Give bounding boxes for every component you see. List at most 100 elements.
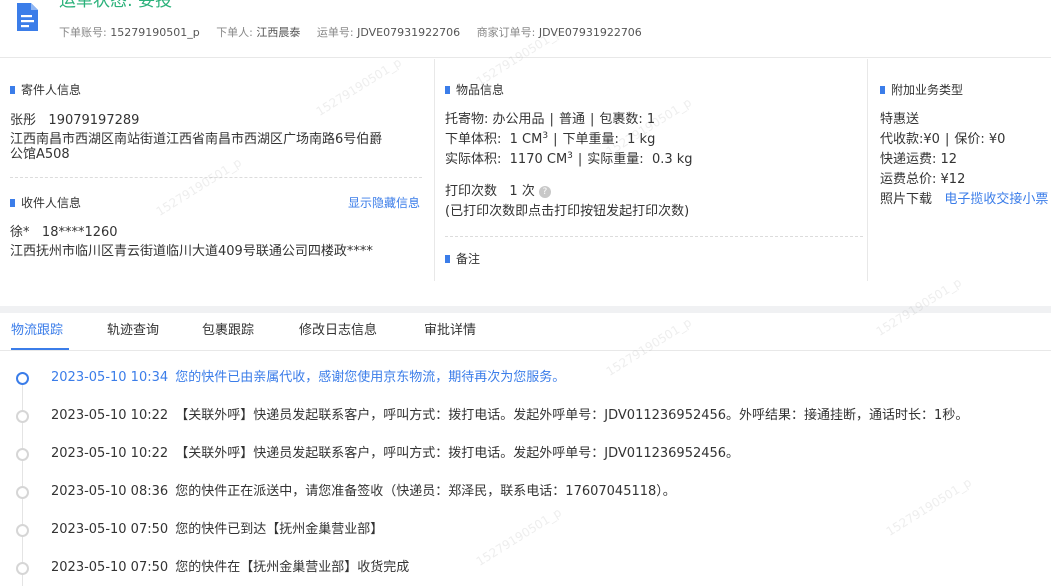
tab-package-tracking[interactable]: 包裹跟踪 (202, 323, 254, 339)
order-weight-value: 1 kg (627, 132, 656, 147)
remark-section-title: 备注 (445, 252, 480, 266)
active-tab-indicator (11, 348, 69, 350)
show-hidden-info-link[interactable]: 显示隐藏信息 (348, 195, 420, 211)
waybill-info: 寄件人信息 张彤 19079197289 江西南昌市西湖区南站街道江西省南昌市西… (0, 59, 1051, 306)
sender-contact: 张彤 19079197289 (10, 113, 139, 129)
tracking-timeline: 2023-05-10 10:34 您的快件已由亲属代收，感谢您使用京东物流，期待… (0, 351, 1051, 586)
print-count-value: 1 次 (509, 184, 535, 199)
extra-section-title: 附加业务类型 (880, 83, 963, 97)
print-count-row: 打印次数 1 次? (445, 184, 551, 200)
separator: | (577, 152, 583, 167)
goods-section-title: 物品信息 (445, 83, 504, 97)
sender-phone: 19079197289 (48, 113, 140, 128)
package-label: 包裹数: (599, 112, 643, 127)
account-label: 下单账号: (59, 26, 107, 39)
insured-value: ¥0 (988, 132, 1006, 147)
timeline-dot-active (16, 372, 29, 385)
timeline-item: 2023-05-10 10:34 您的快件已由亲属代收，感谢您使用京东物流，期待… (0, 368, 1051, 388)
special-delivery: 特惠送 (880, 112, 920, 127)
freight-label: 快递运费: (880, 152, 937, 167)
receiver-name: 徐* (10, 225, 30, 240)
total-freight-label: 运费总价: (880, 172, 937, 187)
actual-volume-label: 实际体积: (445, 152, 502, 167)
separator: | (549, 112, 554, 127)
order-volume-value: 1 CM (509, 132, 543, 147)
timeline-time: 2023-05-10 07:50 (51, 522, 169, 537)
timeline-item: 2023-05-10 08:36 您的快件正在派送中，请您准备签收（快递员：郑泽… (0, 482, 1051, 502)
timeline-time: 2023-05-10 07:50 (51, 560, 169, 575)
receiver-phone: 18****1260 (41, 225, 118, 240)
timeline-time: 2023-05-10 10:22 (51, 408, 169, 423)
timeline-item: 2023-05-10 07:50 您的快件在【抚州金巢营业部】收货完成 (0, 558, 1051, 578)
goods-column: 物品信息 托寄物: 办公用品 | 普通 | 包裹数: 1 下单体积: 1 CM3 | 下单重… (434, 59, 866, 281)
goods-row: 托寄物: 办公用品 | 普通 | 包裹数: 1 (445, 112, 655, 128)
sender-address-line1: 江西南昌市西湖区南站街道江西省南昌市西湖区广场南路6号伯爵 (10, 132, 383, 147)
actual-weight-label: 实际重量: (587, 152, 644, 167)
timeline-item: 2023-05-10 10:22 【关联外呼】快递员发起联系客户，呼叫方式：拨打… (0, 406, 1051, 426)
timeline-item: 2023-05-10 10:22 【关联外呼】快递员发起联系客户，呼叫方式：拨打… (0, 444, 1051, 464)
separator: | (553, 132, 558, 147)
total-freight-value: ¥12 (940, 172, 966, 187)
waybill-meta: 下单账号: 15279190501_p 下单人: 江西晨泰 运单号: JDVE0… (59, 24, 655, 40)
timeline-entry: 2023-05-10 10:22 【关联外呼】快递员发起联系客户，呼叫方式：拨打… (51, 446, 739, 462)
timeline-entry: 2023-05-10 07:50 您的快件已到达【抚州金巢营业部】 (51, 522, 383, 538)
cod-label: 代收款: (880, 132, 924, 147)
timeline-entry: 2023-05-10 10:34 您的快件已由亲属代收，感谢您使用京东物流，期待… (51, 370, 565, 386)
waybill-label: 运单号: (316, 26, 354, 39)
timeline-desc: 【关联外呼】快递员发起联系客户，呼叫方式：拨打电话。发起外呼单号：JDV0112… (175, 446, 740, 461)
receiver-address: 江西抚州市临川区青云街道临川大道409号联通公司四楼政**** (10, 244, 373, 259)
sender-receiver-column: 寄件人信息 张彤 19079197289 江西南昌市西湖区南站街道江西省南昌市西… (0, 59, 432, 281)
separator: | (589, 112, 595, 127)
extra-service-column: 附加业务类型 特惠送 代收款:¥0 | 保价: ¥0 快递运费: 12 运费总价: … (867, 59, 1051, 281)
waybill-header: 运单状态: 妥投 下单账号: 15279190501_p 下单人: 江西晨泰 运… (0, 0, 1051, 58)
tab-approval-details[interactable]: 审批详情 (424, 323, 476, 339)
timeline-dot (16, 410, 29, 423)
freight-row: 快递运费: 12 (880, 152, 957, 168)
print-count-note: (已打印次数即点击打印按钮发起打印次数) (445, 204, 690, 219)
merchant-order-number: JDVE07931922706 (538, 26, 642, 39)
timeline-dot (16, 448, 29, 461)
tab-logistics-tracking[interactable]: 物流跟踪 (11, 323, 63, 339)
orderer-label: 下单人: (216, 26, 253, 39)
sender-section-title: 寄件人信息 (10, 83, 81, 97)
merchant-order-label: 商家订单号: (476, 26, 536, 39)
receiver-contact: 徐* 18****1260 (10, 225, 118, 241)
receiver-section-title: 收件人信息 (10, 196, 81, 210)
timeline-desc: 您的快件已由亲属代收，感谢您使用京东物流，期待再次为您服务。 (175, 370, 566, 385)
orderer-value: 江西晨泰 (256, 26, 301, 39)
timeline-desc: 您的快件正在派送中，请您准备签收（快递员：郑泽民，联系电话：1760704511… (175, 484, 676, 499)
cod-value: ¥0 (923, 132, 940, 147)
package-value: 1 (646, 112, 656, 127)
timeline-desc: 您的快件已到达【抚州金巢营业部】 (175, 522, 384, 537)
order-weight-label: 下单重量: (562, 132, 619, 147)
help-icon[interactable]: ? (538, 186, 551, 198)
timeline-desc: 您的快件在【抚州金巢营业部】收货完成 (175, 560, 410, 575)
goods-label: 托寄物: (445, 112, 489, 127)
document-icon (17, 3, 38, 31)
cubic-superscript: 3 (542, 131, 549, 141)
timeline-desc: 【关联外呼】快递员发起联系客户，呼叫方式：拨打电话。发起外呼单号：JDV0112… (175, 408, 969, 423)
separator: | (944, 132, 950, 147)
goods-divider (445, 236, 863, 237)
sender-name: 张彤 (10, 113, 37, 128)
timeline-entry: 2023-05-10 10:22 【关联外呼】快递员发起联系客户，呼叫方式：拨打… (51, 408, 968, 424)
waybill-detail-page: 运单状态: 妥投 下单账号: 15279190501_p 下单人: 江西晨泰 运… (0, 0, 1051, 586)
goods-value: 办公用品 (492, 112, 545, 127)
actual-volume-value: 1170 CM (509, 152, 568, 167)
photo-download-label: 照片下载 (880, 192, 933, 207)
freight-value: 12 (940, 152, 958, 167)
receipt-download-link[interactable]: 电子揽收交接小票 (944, 192, 1048, 207)
cubic-superscript: 3 (567, 151, 573, 161)
timeline-time: 2023-05-10 08:36 (51, 484, 169, 499)
timeline-time: 2023-05-10 10:34 (51, 370, 169, 385)
insured-label: 保价: (954, 132, 985, 147)
tab-change-log[interactable]: 修改日志信息 (299, 323, 377, 339)
timeline-item: 2023-05-10 07:50 您的快件已到达【抚州金巢营业部】 (0, 520, 1051, 540)
tab-trajectory-query[interactable]: 轨迹查询 (107, 323, 159, 339)
timeline-dot (16, 562, 29, 575)
actual-weight-value: 0.3 kg (651, 152, 693, 167)
timeline-entry: 2023-05-10 08:36 您的快件正在派送中，请您准备签收（快递员：郑泽… (51, 484, 676, 500)
order-volume-label: 下单体积: (445, 132, 502, 147)
timeline-dot (16, 524, 29, 537)
service-value: 普通 (558, 112, 585, 127)
